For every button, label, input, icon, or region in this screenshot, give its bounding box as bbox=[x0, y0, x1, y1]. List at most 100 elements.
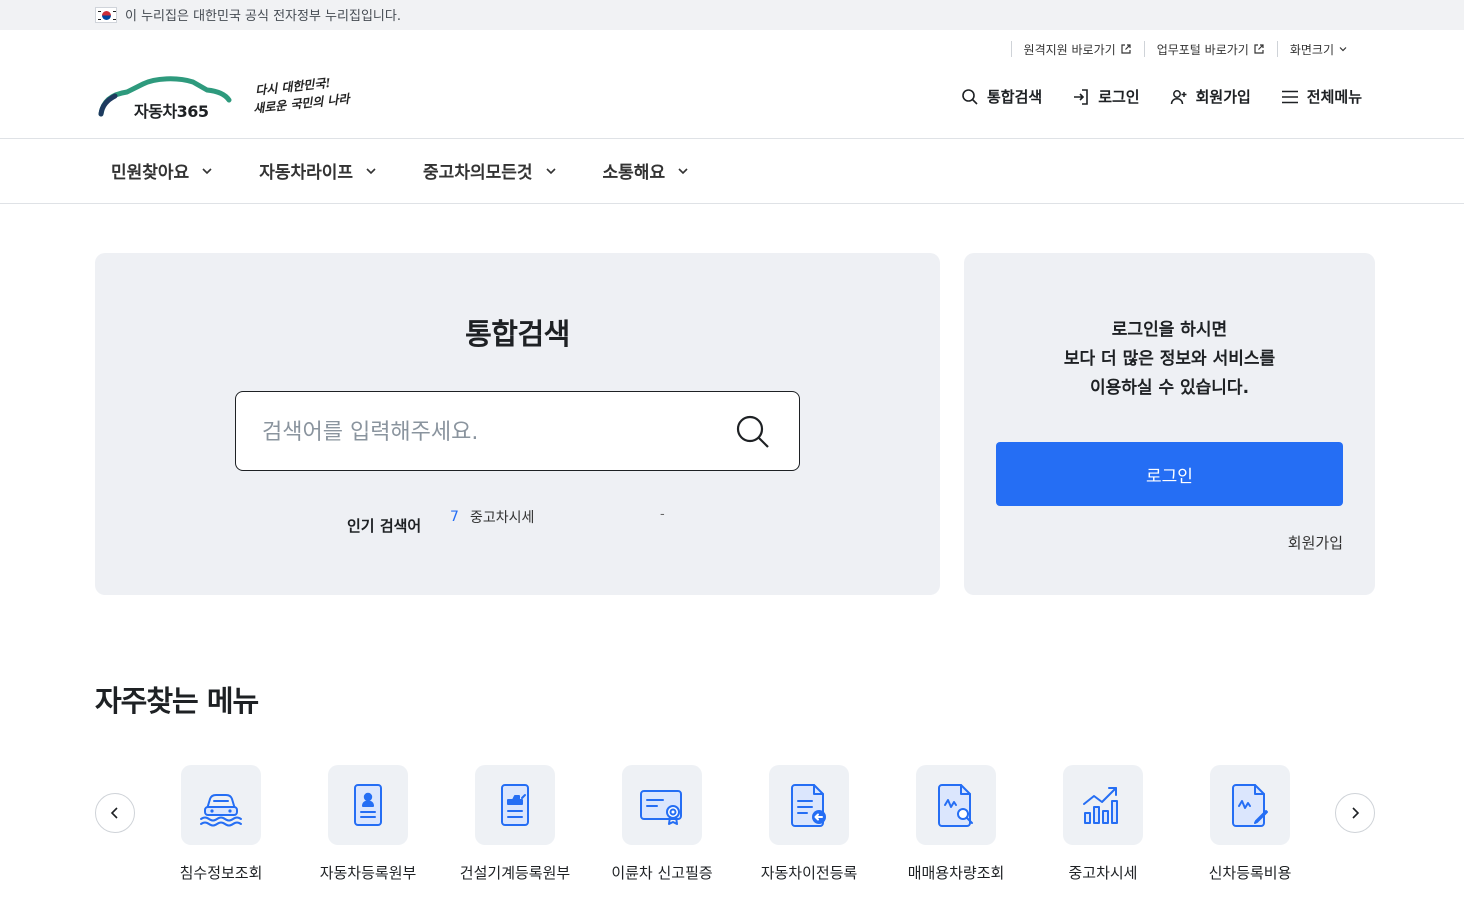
gnb-item-civil-service[interactable]: 민원찾아요 bbox=[111, 158, 213, 183]
search-title: 통합검색 bbox=[465, 317, 570, 351]
quick-menu-icon-box bbox=[328, 765, 408, 845]
chevron-down-icon bbox=[545, 167, 556, 174]
login-icon bbox=[1074, 88, 1088, 105]
all-menu-label: 전체메뉴 bbox=[1306, 88, 1362, 106]
gov-banner: 이 누리집은 대한민국 공식 전자정부 누리집입니다. bbox=[0, 0, 1464, 30]
header-search-label: 통합검색 bbox=[986, 88, 1043, 106]
remote-support-link[interactable]: 원격지원 바로가기 bbox=[1010, 41, 1144, 57]
login-message-line-3: 이용하실 수 있습니다. bbox=[1089, 378, 1250, 398]
header-join-button[interactable]: 회원가입 bbox=[1170, 86, 1251, 107]
header-search-button[interactable]: 통합검색 bbox=[961, 86, 1042, 107]
header-join-label: 회원가입 bbox=[1195, 88, 1251, 106]
gnb-item-communication[interactable]: 소통해요 bbox=[603, 158, 690, 183]
login-message-line-2: 보다 더 많은 정보와 서비스를 bbox=[1063, 349, 1276, 369]
quick-menu-used-car-price[interactable]: 중고차시세 bbox=[1038, 765, 1168, 895]
login-message: 로그인을 하시면 보다 더 많은 정보와 서비스를 이용하실 수 있습니다. bbox=[964, 316, 1375, 403]
rising-chart-icon bbox=[1083, 787, 1118, 824]
popular-keyword[interactable]: 7 중고차시세 bbox=[450, 508, 680, 526]
popular-keyword-term: 중고차시세 bbox=[470, 509, 535, 526]
slogan: 다시 대한민국! 새로운 국민의 나라 bbox=[253, 76, 365, 120]
login-button[interactable]: 로그인 bbox=[996, 442, 1343, 506]
search-submit-button[interactable] bbox=[733, 412, 773, 452]
popular-keyword-separator: - bbox=[660, 507, 665, 522]
chevron-down-icon bbox=[1339, 47, 1347, 52]
external-link-icon bbox=[1254, 44, 1264, 54]
quick-menu-sale-vehicle-search[interactable]: 매매용차량조회 bbox=[891, 765, 1021, 895]
quick-menu-motorcycle-certificate[interactable]: 이륜차 신고필증 bbox=[597, 765, 727, 895]
quick-menu-label: 중고차시세 bbox=[1068, 864, 1138, 882]
chevron-down-icon bbox=[202, 167, 212, 174]
quick-menu-label: 매매용차량조회 bbox=[907, 864, 1005, 882]
gnb-item-used-car[interactable]: 중고차의모든것 bbox=[423, 158, 556, 183]
quick-menu-flood-info[interactable]: 침수정보조회 bbox=[156, 765, 286, 895]
hamburger-menu-icon bbox=[1281, 90, 1298, 103]
quick-menu-label: 침수정보조회 bbox=[179, 864, 263, 882]
chevron-down-icon bbox=[366, 167, 376, 174]
nav-divider bbox=[0, 203, 1464, 204]
quick-menu-label: 자동차이전등록 bbox=[760, 864, 858, 882]
korean-flag-icon bbox=[95, 6, 117, 23]
frequent-menu-title: 자주찾는 메뉴 bbox=[95, 684, 259, 718]
registration-card-icon bbox=[354, 784, 382, 826]
join-link[interactable]: 회원가입 bbox=[1288, 532, 1343, 553]
quick-menu-label: 이륜차 신고필증 bbox=[611, 864, 713, 882]
popular-keywords-label: 인기 검색어 bbox=[347, 517, 422, 535]
quick-menu-label: 신차등록비용 bbox=[1208, 864, 1292, 882]
add-user-icon bbox=[1170, 89, 1187, 104]
header-login-button[interactable]: 로그인 bbox=[1072, 86, 1140, 107]
carousel-prev-button[interactable] bbox=[95, 793, 135, 833]
header-login-label: 로그인 bbox=[1098, 88, 1140, 106]
carousel-next-button[interactable] bbox=[1335, 793, 1375, 833]
gnb-item-label: 중고차의모든것 bbox=[423, 163, 533, 183]
gnb-item-label: 자동차라이프 bbox=[259, 163, 354, 183]
construction-document-icon bbox=[501, 784, 529, 826]
logo-text: 자동차365 bbox=[134, 102, 209, 121]
gnb-item-label: 민원찾아요 bbox=[111, 163, 190, 183]
login-panel: 로그인을 하시면 보다 더 많은 정보와 서비스를 이용하실 수 있습니다. 로… bbox=[964, 253, 1375, 595]
quick-menu-icon-box bbox=[1210, 765, 1290, 845]
main-navigation: 민원찾아요 자동차라이프 중고차의모든것 소통해요 bbox=[111, 158, 689, 183]
transfer-document-icon bbox=[791, 784, 826, 827]
quick-menu-icon-box bbox=[916, 765, 996, 845]
login-message-line-1: 로그인을 하시면 bbox=[1111, 320, 1228, 340]
header-divider bbox=[0, 138, 1464, 139]
search-box bbox=[235, 391, 800, 471]
quick-menu-label: 건설기계등록원부 bbox=[459, 864, 571, 882]
cost-document-icon bbox=[1232, 784, 1268, 827]
certificate-card-icon bbox=[640, 790, 682, 825]
integrated-search-panel: 통합검색 인기 검색어 7 중고차시세 - bbox=[95, 253, 940, 595]
quick-menu-transfer-registration[interactable]: 자동차이전등록 bbox=[744, 765, 874, 895]
utility-links: 원격지원 바로가기 업무포털 바로가기 화면크기 bbox=[1010, 41, 1360, 57]
flooded-car-icon bbox=[200, 794, 242, 827]
quick-menu-icon-box bbox=[181, 765, 261, 845]
site-logo[interactable]: 자동차365 bbox=[97, 74, 237, 124]
work-portal-link[interactable]: 업무포털 바로가기 bbox=[1143, 41, 1277, 57]
quick-menu-icon-box bbox=[1063, 765, 1143, 845]
search-icon bbox=[962, 88, 978, 105]
quick-menu-label: 자동차등록원부 bbox=[319, 864, 417, 882]
chevron-down-icon bbox=[678, 167, 688, 174]
quick-menu-icon-box bbox=[475, 765, 555, 845]
quick-menu-construction-registration[interactable]: 건설기계등록원부 bbox=[450, 765, 580, 895]
chevron-right-icon bbox=[1352, 807, 1360, 819]
screen-size-dropdown[interactable]: 화면크기 bbox=[1276, 41, 1360, 57]
quick-menu-new-car-cost[interactable]: 신차등록비용 bbox=[1185, 765, 1315, 895]
screen-size-label: 화면크기 bbox=[1289, 42, 1334, 57]
external-link-icon bbox=[1121, 44, 1131, 54]
search-input[interactable] bbox=[262, 414, 722, 450]
quick-menu-icon-box bbox=[769, 765, 849, 845]
search-icon bbox=[736, 415, 769, 448]
header-actions: 통합검색 로그인 회원가입 전체메뉴 bbox=[961, 86, 1362, 107]
remote-support-label: 원격지원 바로가기 bbox=[1023, 42, 1116, 57]
chevron-left-icon bbox=[110, 807, 118, 819]
gnb-item-car-life[interactable]: 자동차라이프 bbox=[259, 158, 377, 183]
quick-menu-car-registration[interactable]: 자동차등록원부 bbox=[303, 765, 433, 895]
all-menu-button[interactable]: 전체메뉴 bbox=[1281, 86, 1362, 107]
search-document-icon bbox=[938, 784, 973, 827]
work-portal-label: 업무포털 바로가기 bbox=[1156, 42, 1249, 57]
quick-menu-icon-box bbox=[622, 765, 702, 845]
gov-banner-text: 이 누리집은 대한민국 공식 전자정부 누리집입니다. bbox=[125, 9, 401, 24]
popular-keywords-list: 7 중고차시세 bbox=[450, 508, 680, 541]
gnb-item-label: 소통해요 bbox=[602, 163, 666, 183]
popular-keyword-rank: 7 bbox=[450, 508, 459, 525]
